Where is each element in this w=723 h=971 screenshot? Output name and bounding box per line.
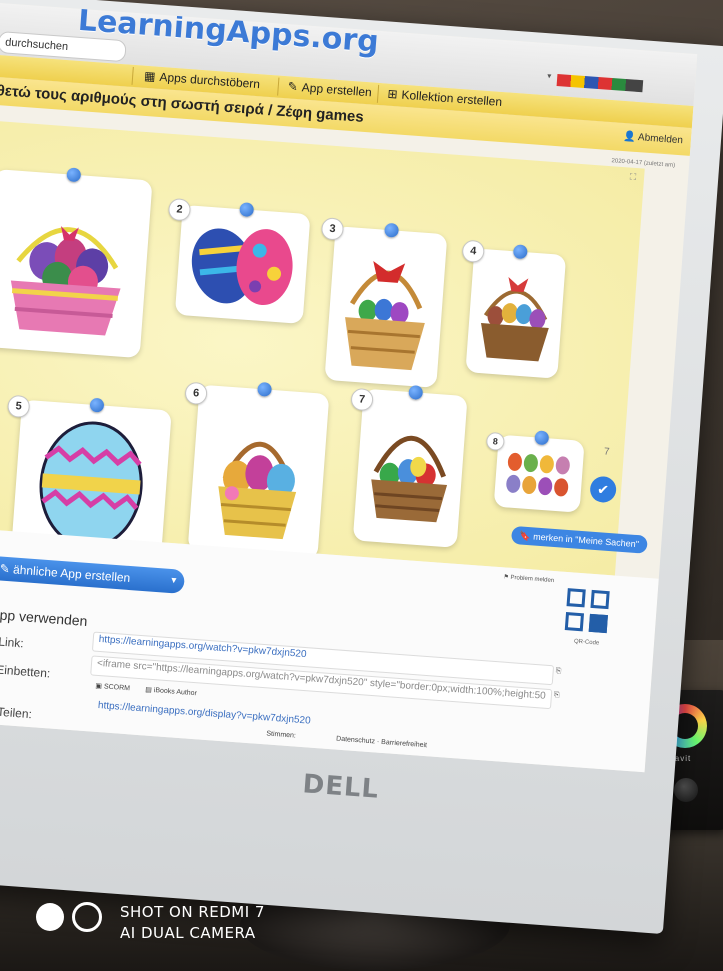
link-label: Link:	[0, 634, 25, 651]
card-2[interactable]: 2	[167, 197, 311, 324]
share-label: Teilen:	[0, 704, 33, 722]
monitor-bezel: DELL LearningApps.org durchsuchen ▾ ▦ Ap…	[0, 0, 723, 935]
check-icon: ✔	[596, 481, 610, 498]
basket-colored-eggs-image	[481, 276, 549, 362]
watermark-line-1: SHOT ON REDMI 7	[120, 903, 265, 921]
monitor-screen: LearningApps.org durchsuchen ▾ ▦ Apps du…	[0, 2, 698, 773]
egg-grid-image	[506, 452, 570, 497]
nav-browse-apps[interactable]: ▦ Apps durchstöbern	[144, 69, 261, 91]
easter-basket-pink-eggs-image	[10, 226, 121, 336]
nav-divider	[277, 77, 280, 96]
card-4[interactable]: 4	[461, 239, 567, 379]
bookmark-icon: 🔖	[519, 530, 532, 542]
skype-icon[interactable]: S	[0, 732, 14, 752]
nav-divider	[131, 66, 134, 85]
dell-logo: DELL	[301, 769, 381, 805]
pencil-icon: ✎	[287, 79, 299, 94]
nav-divider	[376, 84, 380, 103]
watermark-dot-icon	[36, 903, 64, 931]
card-3[interactable]: 3	[320, 217, 448, 388]
card-number-badge: 7	[603, 446, 610, 458]
package-icon: ▣	[95, 682, 103, 691]
language-flags[interactable]	[556, 73, 644, 93]
app-game-area: ⛶ 2 3 4 5 6 7 8 7 ✔	[0, 120, 645, 576]
card-7[interactable]: 7	[350, 384, 468, 548]
watermark-line-2: AI DUAL CAMERA	[120, 924, 256, 942]
check-answer-button[interactable]: ✔	[589, 475, 618, 504]
flag-icon: ⚑	[503, 574, 510, 581]
copy-link-icon[interactable]: ⎘	[555, 667, 561, 675]
nav-create-collection[interactable]: ⊞ Kollektion erstellen	[387, 87, 503, 109]
merken-label: merken in "Meine Sachen"	[532, 531, 640, 550]
wicker-basket-eggs-image	[371, 435, 448, 523]
photo-scene: Havit DELL LearningApps.org durchsuchen …	[0, 0, 723, 971]
card-6[interactable]: 6	[184, 381, 330, 560]
two-decorated-eggs-image	[191, 228, 293, 306]
copy-embed-icon[interactable]: ⎘	[554, 691, 560, 699]
logout-link[interactable]: 👤 Abmelden	[623, 131, 683, 146]
user-icon: 👤	[622, 130, 637, 143]
book-icon: ▤	[144, 686, 153, 694]
edit-icon: ✎	[0, 561, 11, 577]
wicker-basket-red-bow-image	[345, 260, 425, 371]
collection-icon: ⊞	[387, 86, 399, 102]
basket-flowers-eggs-image	[218, 441, 297, 540]
qr-code-icon[interactable]	[564, 588, 612, 635]
language-caret-icon[interactable]: ▾	[547, 71, 552, 80]
nav-create-app[interactable]: ✎ App erstellen	[287, 79, 372, 99]
watermark-ring-icon	[72, 902, 102, 932]
similar-label: ähnliche App erstellen	[12, 562, 131, 586]
nav-browse-label: Apps durchstöbern	[159, 69, 261, 92]
fullscreen-icon[interactable]: ⛶	[629, 172, 636, 183]
grid-icon: ▦	[143, 68, 157, 84]
nav-create-label: App erstellen	[301, 80, 373, 100]
monitor: DELL LearningApps.org durchsuchen ▾ ▦ Ap…	[0, 0, 723, 946]
logout-label: Abmelden	[637, 132, 684, 147]
chevron-down-icon: ▾	[170, 575, 177, 587]
camera-watermark-logo	[36, 902, 102, 932]
card-8[interactable]: 8	[485, 430, 585, 513]
nav-collection-label: Kollektion erstellen	[401, 87, 503, 109]
card-1[interactable]	[0, 167, 153, 359]
camera-watermark-text: SHOT ON REDMI 7 AI DUAL CAMERA	[120, 902, 265, 944]
